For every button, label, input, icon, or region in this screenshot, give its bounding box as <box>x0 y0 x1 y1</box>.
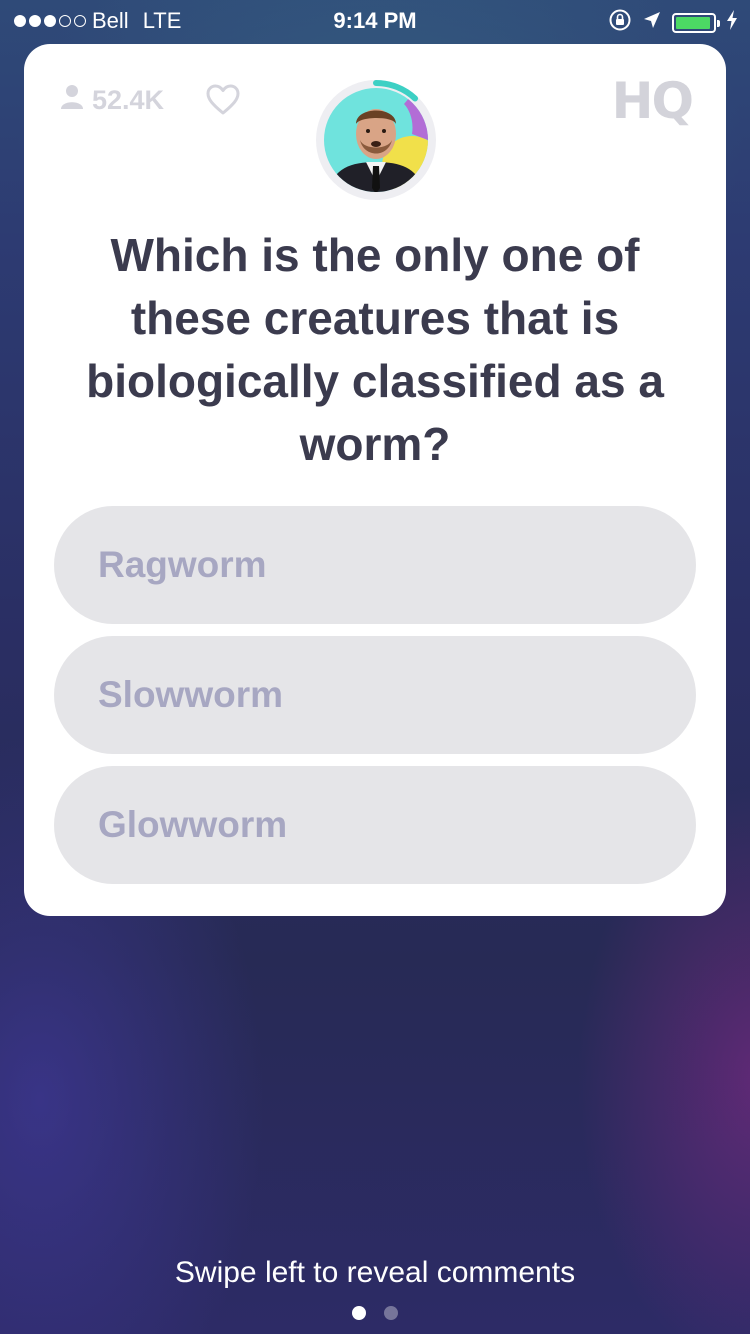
battery-tip <box>717 20 720 27</box>
hq-logo: HQ <box>611 72 694 130</box>
question-card: 52.4K HQ Which is the only one of these … <box>24 44 726 916</box>
viewer-count-label: 52.4K <box>92 85 165 115</box>
heart-icon[interactable] <box>206 84 242 120</box>
battery-fill <box>676 17 711 29</box>
charging-bolt-icon <box>726 10 738 36</box>
answer-option-1[interactable]: Ragworm <box>54 506 696 624</box>
location-arrow-icon <box>642 10 662 36</box>
question-text: Which is the only one of these creatures… <box>86 229 664 470</box>
answer-label: Slowworm <box>98 674 284 715</box>
host-avatar <box>314 78 438 202</box>
orientation-lock-icon <box>608 8 632 38</box>
status-right <box>608 8 738 38</box>
answer-label: Ragworm <box>98 544 267 585</box>
person-icon <box>60 84 84 117</box>
page-dot[interactable] <box>384 1306 398 1320</box>
page-indicator[interactable] <box>0 1306 750 1320</box>
page-dot[interactable] <box>352 1306 366 1320</box>
answer-option-3[interactable]: Glowworm <box>54 766 696 884</box>
answer-option-2[interactable]: Slowworm <box>54 636 696 754</box>
battery-icon <box>672 13 720 33</box>
swipe-hint: Swipe left to reveal comments <box>174 1256 576 1289</box>
answer-label: Glowworm <box>98 804 288 845</box>
viewer-count: 52.4K <box>60 84 164 117</box>
status-bar: Bell LTE 9:14 PM <box>0 0 750 40</box>
